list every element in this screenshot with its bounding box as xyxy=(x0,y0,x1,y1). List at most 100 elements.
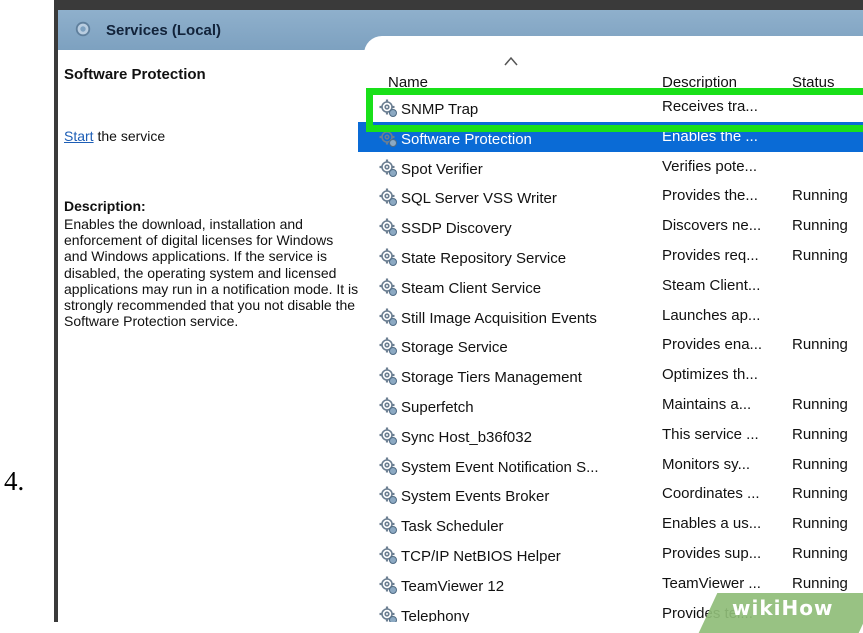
service-description: Provides sup... xyxy=(662,545,762,562)
service-description: Optimizes th... xyxy=(662,366,758,384)
service-row[interactable]: Still Image Acquisition Events Launches a… xyxy=(378,301,863,330)
selected-service-title: Software Protection xyxy=(64,66,206,83)
service-status: Running xyxy=(792,485,848,503)
service-name: Sync Host_b36f032 xyxy=(401,428,532,446)
service-row[interactable]: TCP/IP NetBIOS Helper Provides sup... Runn… xyxy=(378,539,863,568)
sort-ascending-icon[interactable] xyxy=(504,56,518,66)
service-name-cell: Task Scheduler xyxy=(378,515,646,535)
service-status: Running xyxy=(792,515,848,533)
service-row[interactable]: Spot Verifier Verifies pote... xyxy=(378,152,863,181)
service-status: Running xyxy=(792,545,848,562)
service-row[interactable]: Storage Tiers Management Optimizes th... xyxy=(378,360,863,389)
service-name: System Event Notification S... xyxy=(401,458,599,476)
service-gear-icon xyxy=(379,218,397,237)
highlight-box xyxy=(366,88,863,132)
service-row[interactable]: Steam Client Service Steam Client... xyxy=(378,271,863,300)
service-row[interactable]: SQL Server VSS Writer Provides the... Runn… xyxy=(378,181,863,210)
service-description: Discovers ne... xyxy=(662,217,762,235)
service-gear-icon xyxy=(379,248,397,266)
service-status: Running xyxy=(792,455,848,473)
service-description: Provides req... xyxy=(662,247,759,264)
service-name-cell: System Events Broker xyxy=(378,485,646,505)
service-name: Storage Tiers Management xyxy=(401,369,582,387)
service-gear-icon xyxy=(379,546,397,564)
service-gear-icon xyxy=(379,367,397,386)
service-name-cell: TCP/IP NetBIOS Helper xyxy=(378,545,646,565)
service-gear-icon xyxy=(379,427,397,445)
service-description: Steam Client... xyxy=(662,276,761,294)
service-name: Storage Service xyxy=(401,339,508,357)
service-gear-icon xyxy=(379,159,397,177)
service-name: SQL Server VSS Writer xyxy=(401,190,557,208)
service-row[interactable]: System Events Broker Coordinates ... Runni… xyxy=(378,479,863,508)
start-service-link[interactable]: Start xyxy=(64,128,94,144)
service-description: This service ... xyxy=(662,425,759,443)
service-name-cell: TeamViewer 12 xyxy=(378,575,646,595)
service-row[interactable]: Task Scheduler Enables a us... Running xyxy=(378,509,863,538)
service-name: System Events Broker xyxy=(401,488,550,506)
service-name-cell: Spot Verifier xyxy=(378,158,646,178)
services-window: Services (Local) Software Protection Sta… xyxy=(58,10,863,622)
service-status: Running xyxy=(792,574,848,592)
step-number: 4. xyxy=(4,466,25,496)
service-name-cell: Steam Client Service xyxy=(378,277,646,297)
service-name-cell: SQL Server VSS Writer xyxy=(378,187,646,207)
service-row[interactable]: Sync Host_b36f032 This service ... Running xyxy=(378,420,863,449)
service-gear-icon xyxy=(379,188,397,207)
service-gear-icon xyxy=(379,308,397,326)
start-service-suffix: the service xyxy=(93,128,166,144)
service-gear-icon xyxy=(379,278,397,296)
service-name: Telephony xyxy=(401,607,470,622)
service-gear-icon xyxy=(379,337,397,356)
service-name-cell: State Repository Service xyxy=(378,247,646,267)
service-name-cell: System Event Notification S... xyxy=(378,456,646,476)
service-name-cell: Sync Host_b36f032 xyxy=(378,426,646,446)
service-row[interactable]: Storage Service Provides ena... Running xyxy=(378,330,863,359)
service-description: Provides the... xyxy=(662,187,758,205)
service-row[interactable]: SSDP Discovery Discovers ne... Running xyxy=(378,211,863,240)
service-status: Running xyxy=(792,336,848,354)
service-description: Monitors sy... xyxy=(662,455,751,473)
description-text: Enables the download, installation and e… xyxy=(64,216,359,330)
service-gear-icon xyxy=(379,516,397,535)
service-status: Running xyxy=(792,217,848,235)
service-description: Provides ena... xyxy=(662,336,763,354)
service-name: Still Image Acquisition Events xyxy=(401,309,597,327)
service-status: Running xyxy=(792,247,848,264)
service-name: State Repository Service xyxy=(401,250,567,267)
service-gear-icon xyxy=(379,606,397,622)
service-name-cell: Telephony xyxy=(378,605,646,622)
service-description: Coordinates ... xyxy=(662,485,760,503)
service-row[interactable]: Superfetch Maintains a... Running xyxy=(378,390,863,419)
service-name: Spot Verifier xyxy=(401,160,483,178)
start-service-line: Start the service xyxy=(64,128,165,144)
service-description: Launches ap... xyxy=(662,306,761,324)
service-description: Maintains a... xyxy=(662,396,752,413)
service-name-cell: Superfetch xyxy=(378,396,646,416)
service-gear-icon xyxy=(379,397,397,415)
service-gear-icon xyxy=(379,486,397,505)
service-row[interactable]: System Event Notification S... Monitors s… xyxy=(378,450,863,479)
services-list[interactable]: Name Description Status SNMP Trap Receive… xyxy=(358,50,863,622)
window-title: Services (Local) xyxy=(106,22,222,39)
service-status: Running xyxy=(792,396,848,413)
service-row[interactable]: State Repository Service Provides req... R… xyxy=(378,241,863,270)
service-name: Software Protection xyxy=(401,130,532,148)
description-label: Description: xyxy=(64,198,146,214)
service-name: Task Scheduler xyxy=(401,518,504,536)
service-description: TeamViewer ... xyxy=(662,574,761,592)
service-name: Steam Client Service xyxy=(401,279,542,297)
service-name-cell: Still Image Acquisition Events xyxy=(378,307,646,327)
watermark-text: wikiHow xyxy=(732,596,834,620)
service-description: Enables a us... xyxy=(662,515,762,533)
service-name: SSDP Discovery xyxy=(401,220,512,238)
service-status: Running xyxy=(792,425,848,443)
service-name: TeamViewer 12 xyxy=(401,577,505,595)
service-description: Verifies pote... xyxy=(662,157,758,175)
services-gear-icon xyxy=(75,21,91,37)
service-status: Running xyxy=(792,187,848,205)
service-name: TCP/IP NetBIOS Helper xyxy=(401,548,561,565)
service-name-cell: SSDP Discovery xyxy=(378,217,646,237)
service-gear-icon xyxy=(379,457,397,475)
service-name: Superfetch xyxy=(401,399,474,416)
